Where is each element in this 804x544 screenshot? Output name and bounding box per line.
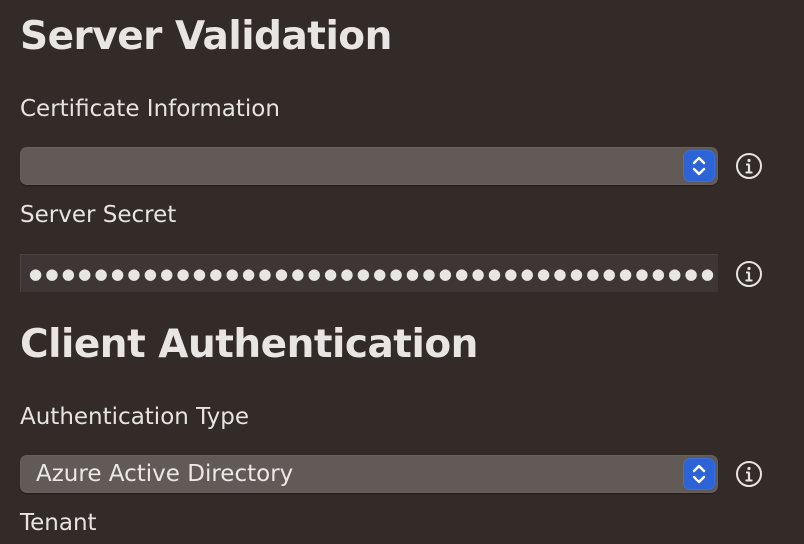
info-icon[interactable]: [735, 152, 763, 180]
client-authentication-title: Client Authentication: [20, 322, 478, 367]
server-secret-field[interactable]: ●●●●●●●●●●●●●●●●●●●●●●●●●●●●●●●●●●●●●●●●…: [20, 254, 718, 292]
authentication-type-popup[interactable]: Azure Active Directory: [20, 455, 718, 493]
chevron-up-down-icon[interactable]: [683, 150, 715, 182]
chevron-up-down-icon[interactable]: [683, 458, 715, 490]
server-secret-masked-value: ●●●●●●●●●●●●●●●●●●●●●●●●●●●●●●●●●●●●●●●●…: [29, 265, 718, 283]
settings-panel: Server Validation Certificate Informatio…: [0, 0, 804, 544]
server-secret-label: Server Secret: [20, 202, 177, 228]
info-icon[interactable]: [735, 260, 763, 288]
certificate-information-popup[interactable]: [20, 147, 718, 185]
info-icon[interactable]: [735, 460, 763, 488]
certificate-information-label: Certificate Information: [20, 96, 280, 122]
authentication-type-value: Azure Active Directory: [36, 461, 294, 487]
server-validation-title: Server Validation: [20, 14, 392, 59]
tenant-label: Tenant: [20, 510, 97, 536]
authentication-type-label: Authentication Type: [20, 404, 249, 430]
